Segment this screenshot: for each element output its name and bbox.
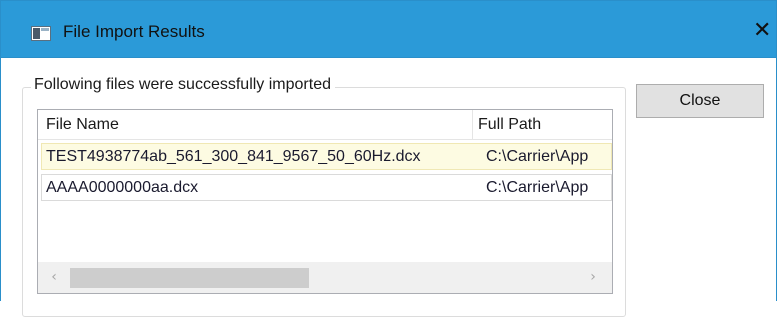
window-title: File Import Results — [63, 22, 205, 41]
column-divider[interactable] — [472, 110, 473, 139]
full-path-cell: C:\Carrier\App — [486, 179, 589, 196]
close-button[interactable]: Close — [636, 84, 764, 118]
column-header-file-name[interactable]: File Name — [46, 110, 466, 139]
scroll-right-icon[interactable]: › — [585, 268, 601, 286]
list-header: File Name Full Path — [38, 110, 612, 140]
title-bar: File Import Results ✕ — [0, 0, 777, 58]
table-row[interactable]: AAAA0000000aa.dcx C:\Carrier\App — [41, 174, 612, 201]
horizontal-scrollbar[interactable]: ‹ › — [38, 262, 612, 293]
window-app-icon — [31, 26, 51, 41]
file-name-cell: TEST4938774ab_561_300_841_9567_50_60Hz.d… — [46, 148, 421, 165]
scroll-left-icon[interactable]: ‹ — [46, 268, 62, 286]
imported-files-list[interactable]: File Name Full Path TEST4938774ab_561_30… — [37, 109, 613, 294]
full-path-cell: C:\Carrier\App — [486, 148, 589, 165]
group-caption: Following files were successfully import… — [31, 76, 335, 94]
scrollbar-thumb[interactable] — [70, 268, 309, 288]
close-icon[interactable]: ✕ — [753, 20, 775, 42]
column-header-full-path[interactable]: Full Path — [478, 110, 612, 139]
file-name-cell: AAAA0000000aa.dcx — [46, 179, 199, 196]
table-row[interactable]: TEST4938774ab_561_300_841_9567_50_60Hz.d… — [41, 143, 612, 170]
